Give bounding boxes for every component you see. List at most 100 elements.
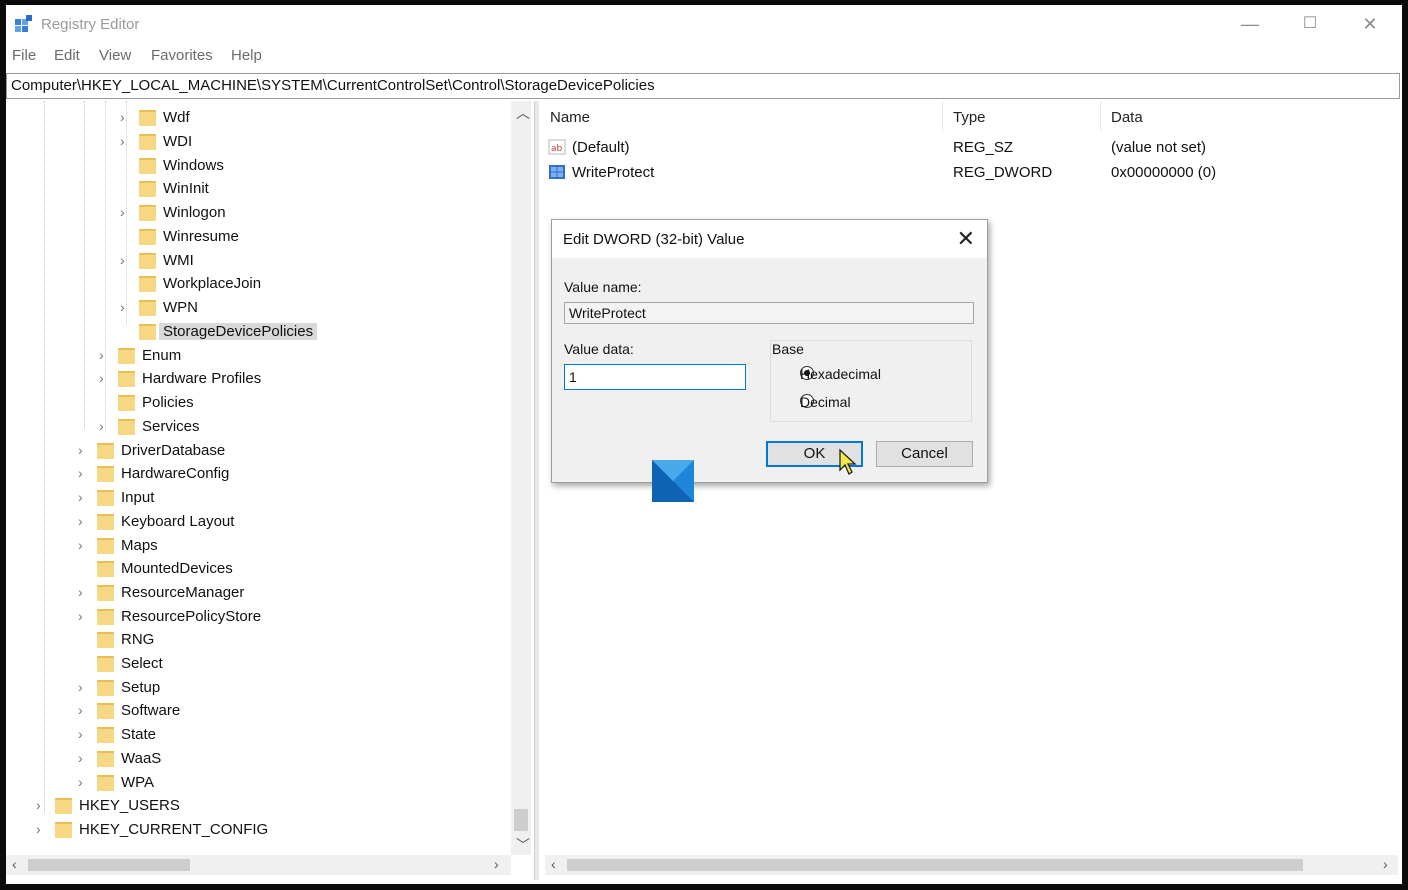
value-type: REG_DWORD [953, 164, 1053, 181]
tree-item-label: Services [142, 418, 200, 435]
tree-vertical-scrollbar[interactable]: ︿ ﹀ [511, 101, 531, 855]
expand-chevron-icon[interactable]: › [120, 109, 130, 125]
expand-chevron-icon[interactable]: › [78, 679, 88, 695]
expand-chevron-icon[interactable]: › [78, 489, 88, 505]
scroll-thumb[interactable] [514, 809, 528, 831]
expand-chevron-icon[interactable]: › [99, 370, 109, 386]
expand-chevron-icon[interactable]: › [78, 442, 88, 458]
column-header-type[interactable]: Type [953, 109, 986, 126]
expand-chevron-icon[interactable]: › [78, 750, 88, 766]
tree-item-label: Policies [142, 394, 194, 411]
tree-item-label: Setup [121, 679, 161, 696]
pane-splitter[interactable] [534, 101, 539, 880]
value-data-input[interactable] [564, 364, 746, 390]
tree-item-label: ResourceManager [121, 584, 245, 601]
folder-icon [97, 680, 114, 696]
folder-icon [139, 276, 156, 292]
value-row-default[interactable]: ab (Default) REG_SZ (value not set) [548, 137, 1398, 159]
column-divider[interactable] [942, 101, 943, 131]
folder-icon [139, 324, 156, 340]
expand-chevron-icon[interactable]: › [78, 774, 88, 790]
tree-guide-line [44, 101, 45, 813]
expand-chevron-icon[interactable]: › [78, 702, 88, 718]
folder-icon [118, 348, 135, 364]
address-bar[interactable]: Computer\HKEY_LOCAL_MACHINE\SYSTEM\Curre… [6, 73, 1400, 99]
expand-chevron-icon[interactable]: › [36, 821, 46, 837]
scroll-up-icon[interactable]: ︿ [516, 103, 530, 123]
tree-item-label: HKEY_CURRENT_CONFIG [79, 821, 269, 838]
column-divider[interactable] [1100, 101, 1101, 131]
menu-edit[interactable]: Edit [54, 47, 80, 64]
menu-view[interactable]: View [99, 47, 131, 64]
tree-item-label: Wdf [163, 109, 190, 126]
maximize-button[interactable]: ☐ [1287, 11, 1333, 37]
expand-chevron-icon[interactable]: › [78, 584, 88, 600]
folder-icon [118, 419, 135, 435]
value-data-label: Value data: [564, 341, 634, 357]
string-value-icon: ab [548, 139, 566, 155]
scroll-thumb[interactable] [567, 859, 1303, 871]
folder-icon [55, 798, 72, 814]
close-button[interactable]: ✕ [1347, 11, 1393, 37]
value-name: (Default) [572, 139, 630, 156]
key-tree: › Wdf › WDI Windows WinInit › Winlogon W… [6, 101, 534, 879]
tree-item-label: RNG [121, 631, 155, 648]
value-data: 0x00000000 (0) [1111, 164, 1217, 181]
scroll-left-icon[interactable]: ‹ [12, 856, 17, 872]
value-type: REG_SZ [953, 139, 1014, 156]
column-header-data[interactable]: Data [1111, 109, 1143, 126]
folder-icon [97, 561, 114, 577]
folder-icon [55, 822, 72, 838]
expand-chevron-icon[interactable]: › [120, 252, 130, 268]
scroll-down-icon[interactable]: ﹀ [516, 835, 530, 855]
scroll-thumb[interactable] [28, 859, 190, 871]
folder-icon [118, 371, 135, 387]
watermark-logo-icon [652, 460, 694, 502]
scroll-right-icon[interactable]: › [1383, 856, 1388, 872]
menu-bar: File Edit View Favorites Help [6, 47, 1402, 69]
expand-chevron-icon[interactable]: › [99, 347, 109, 363]
folder-icon [139, 110, 156, 126]
expand-chevron-icon[interactable]: › [78, 513, 88, 529]
folder-icon [97, 466, 114, 482]
expand-chevron-icon[interactable]: › [78, 608, 88, 624]
value-data: (value not set) [1111, 139, 1207, 156]
dialog-title-bar: Edit DWORD (32-bit) Value ✕ [552, 220, 987, 258]
mouse-pointer-icon [839, 448, 857, 475]
minimize-button[interactable]: — [1227, 11, 1273, 37]
scroll-right-icon[interactable]: › [494, 856, 499, 872]
menu-favorites[interactable]: Favorites [151, 47, 213, 64]
expand-chevron-icon[interactable]: › [120, 299, 130, 315]
binary-value-icon [549, 165, 565, 179]
expand-chevron-icon[interactable]: › [78, 465, 88, 481]
folder-icon [97, 632, 114, 648]
scroll-left-icon[interactable]: ‹ [551, 856, 556, 872]
folder-icon [97, 727, 114, 743]
folder-icon [97, 538, 114, 554]
value-name-field[interactable] [564, 302, 974, 324]
tree-item-label: Input [121, 489, 155, 506]
expand-chevron-icon[interactable]: › [120, 133, 130, 149]
tree-item-label: WinInit [163, 180, 209, 197]
tree-item-label: MountedDevices [121, 560, 233, 577]
folder-icon [139, 205, 156, 221]
tree-item-label: WPN [163, 299, 198, 316]
radio-label: Hexadecimal [800, 366, 881, 382]
tree-horizontal-scrollbar[interactable]: ‹ › [6, 855, 511, 875]
expand-chevron-icon[interactable]: › [99, 418, 109, 434]
tree-item-label: Winlogon [163, 204, 226, 221]
expand-chevron-icon[interactable]: › [120, 204, 130, 220]
value-name-label: Value name: [564, 279, 642, 295]
dialog-close-icon[interactable]: ✕ [957, 226, 975, 252]
window-title: Registry Editor [41, 16, 140, 33]
menu-file[interactable]: File [12, 47, 36, 64]
expand-chevron-icon[interactable]: › [78, 726, 88, 742]
expand-chevron-icon[interactable]: › [78, 537, 88, 553]
value-row-writeprotect[interactable]: WriteProtect REG_DWORD 0x00000000 (0) [548, 162, 1398, 184]
expand-chevron-icon[interactable]: › [36, 797, 46, 813]
column-header-name[interactable]: Name [550, 109, 590, 126]
folder-icon [97, 656, 114, 672]
list-horizontal-scrollbar[interactable]: ‹ › [545, 855, 1398, 875]
menu-help[interactable]: Help [231, 47, 262, 64]
cancel-button[interactable]: Cancel [876, 441, 973, 467]
